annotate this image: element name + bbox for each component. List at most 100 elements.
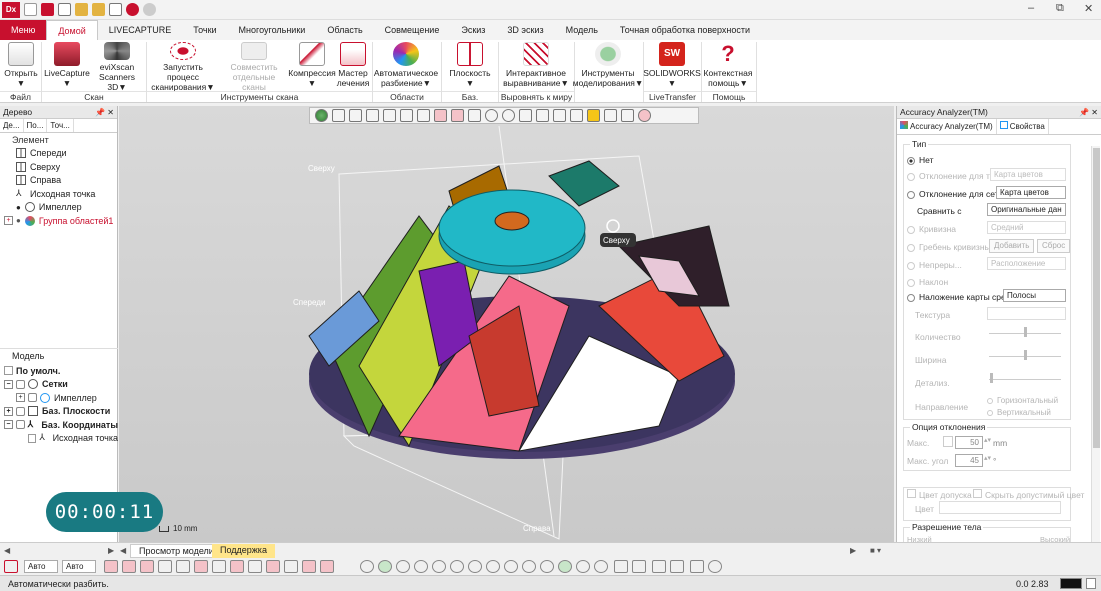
tab-support[interactable]: Поддержка bbox=[212, 544, 275, 558]
modeling-tools-button[interactable]: Инструменты моделирования▼ bbox=[573, 42, 643, 92]
curvature-dropdown[interactable]: Средний bbox=[987, 221, 1066, 234]
model-item-meshes[interactable]: − Сетки bbox=[0, 378, 118, 392]
start-scan-button[interactable]: Запустить процесс сканирования▼ bbox=[148, 42, 218, 92]
radio-env-map[interactable]: Наложение карты среды bbox=[907, 292, 1017, 302]
radio-curvature[interactable]: Кривизна bbox=[907, 224, 956, 234]
frame-icon[interactable] bbox=[4, 560, 18, 573]
view-icon[interactable] bbox=[540, 560, 554, 573]
tab-home[interactable]: Домой bbox=[46, 20, 98, 40]
model-item-impeller[interactable]: + Импеллер bbox=[0, 391, 118, 405]
expand-icon[interactable]: + bbox=[4, 216, 13, 226]
panel-pin-icon[interactable]: 📌 ✕ bbox=[95, 108, 114, 117]
display-mode-icon[interactable] bbox=[320, 560, 334, 573]
spin-icon[interactable]: ▴▾ bbox=[984, 454, 991, 462]
checkbox[interactable] bbox=[4, 366, 13, 376]
spin-icon[interactable]: ▴▾ bbox=[984, 436, 991, 444]
view-icon[interactable] bbox=[468, 560, 482, 573]
display-mode-icon[interactable] bbox=[248, 560, 262, 573]
expand-icon[interactable]: + bbox=[4, 406, 13, 416]
display-mode-icon[interactable] bbox=[212, 560, 226, 573]
compare-dropdown[interactable]: Оригинальные дан bbox=[987, 203, 1066, 216]
panel-menu-icon[interactable]: ■ ▾ bbox=[870, 546, 881, 555]
section-icon[interactable] bbox=[614, 560, 628, 573]
display-mode-icon[interactable] bbox=[302, 560, 316, 573]
radio-draft[interactable]: Наклон bbox=[907, 277, 948, 287]
measure-icon[interactable] bbox=[670, 560, 684, 573]
radio-button[interactable] bbox=[907, 190, 915, 199]
context-help-button[interactable]: ? Контекстная помощь▼ bbox=[703, 42, 753, 92]
import-icon[interactable] bbox=[41, 3, 54, 16]
checkbox[interactable] bbox=[907, 489, 916, 498]
tree-item-front[interactable]: Спереди bbox=[0, 147, 117, 161]
detail-slider[interactable] bbox=[989, 379, 1061, 380]
radio-button[interactable] bbox=[987, 409, 993, 416]
add-button[interactable]: Добавить bbox=[989, 239, 1035, 253]
model-item-default[interactable]: По умолч. bbox=[0, 364, 118, 378]
settings-icon[interactable] bbox=[109, 3, 122, 16]
auto-segment-button[interactable]: Автоматическое разбиение▼ bbox=[374, 42, 438, 92]
slider-thumb[interactable] bbox=[1024, 327, 1027, 337]
continuity-dropdown[interactable]: Расположение bbox=[987, 257, 1066, 270]
tab-properties[interactable]: Свойства bbox=[997, 119, 1049, 134]
3d-viewport[interactable]: Сверху Спереди Справа Сверху 10 mm bbox=[119, 106, 894, 542]
scrollbar-thumb[interactable] bbox=[1093, 148, 1100, 448]
tab-accuracy-analyzer[interactable]: Accuracy Analyzer(TM) bbox=[897, 119, 997, 134]
tab-livecapture[interactable]: LIVECAPTURE bbox=[98, 20, 183, 40]
save-icon[interactable] bbox=[58, 3, 71, 16]
max-input[interactable]: 50 bbox=[955, 436, 983, 449]
pan-icon[interactable] bbox=[450, 560, 464, 573]
visibility-icon[interactable] bbox=[15, 420, 25, 430]
tab-polygons[interactable]: Многоугольники bbox=[228, 20, 317, 40]
reset-button[interactable]: Сброс bbox=[1037, 239, 1071, 253]
open-button[interactable]: Открыть ▼ bbox=[4, 42, 38, 92]
open-recent-icon[interactable] bbox=[92, 3, 105, 16]
auto-dropdown-2[interactable]: Авто bbox=[62, 560, 96, 573]
radio-button[interactable] bbox=[907, 225, 915, 234]
tree-item-right[interactable]: Справа bbox=[0, 174, 117, 188]
interactive-align-button[interactable]: Интерактивное выравнивание▼ bbox=[500, 42, 572, 92]
scroll-left-icon[interactable]: ◀ bbox=[4, 546, 10, 555]
section-icon[interactable] bbox=[632, 560, 646, 573]
right-panel-scrollbar[interactable] bbox=[1091, 146, 1100, 571]
display-mode-icon[interactable] bbox=[140, 560, 154, 573]
new-file-icon[interactable] bbox=[24, 3, 37, 16]
radio-button[interactable] bbox=[907, 278, 915, 287]
tab-model[interactable]: Модель bbox=[555, 20, 609, 40]
zoom-out-icon[interactable] bbox=[414, 560, 428, 573]
model-item-origin[interactable]: ⅄ Исходная точка bbox=[0, 432, 118, 446]
radio-button[interactable] bbox=[907, 156, 915, 165]
zoom-fit-icon[interactable] bbox=[378, 560, 392, 573]
scroll-right-icon[interactable]: ▶ bbox=[108, 546, 114, 555]
expand-icon[interactable]: + bbox=[16, 393, 25, 403]
tab-sketch[interactable]: Эскиз bbox=[450, 20, 496, 40]
checkbox[interactable] bbox=[28, 433, 37, 443]
zoom-icon[interactable] bbox=[360, 560, 374, 573]
tab-model-view[interactable]: Просмотр модели bbox=[130, 544, 223, 558]
scroll-right-icon[interactable]: ▶ bbox=[850, 546, 856, 555]
view-icon[interactable] bbox=[504, 560, 518, 573]
radio-button[interactable] bbox=[907, 172, 915, 181]
radio-none[interactable]: Нет bbox=[907, 155, 933, 165]
view-icon[interactable] bbox=[522, 560, 536, 573]
display-mode-icon[interactable] bbox=[122, 560, 136, 573]
radio-continuity[interactable]: Непреры... bbox=[907, 260, 962, 270]
tree-item-origin[interactable]: ⅄ Исходная точка bbox=[0, 187, 117, 201]
checkbox[interactable] bbox=[973, 489, 982, 498]
healing-wizard-button[interactable]: Мастер лечения bbox=[336, 42, 370, 92]
view-icon[interactable] bbox=[558, 560, 572, 573]
radio-horizontal[interactable]: Горизонтальный bbox=[987, 396, 1058, 405]
panel-pin-icon[interactable]: 📌 ✕ bbox=[1079, 108, 1098, 117]
radio-button[interactable] bbox=[907, 261, 915, 270]
display-mode-icon[interactable] bbox=[158, 560, 172, 573]
slider-thumb[interactable] bbox=[1024, 350, 1027, 360]
view-icon[interactable] bbox=[594, 560, 608, 573]
open-folder-icon[interactable] bbox=[75, 3, 88, 16]
note-icon[interactable] bbox=[690, 560, 704, 573]
display-mode-icon[interactable] bbox=[194, 560, 208, 573]
radio-button[interactable] bbox=[987, 397, 993, 404]
visibility-icon[interactable] bbox=[16, 406, 25, 416]
display-mode-icon[interactable] bbox=[176, 560, 190, 573]
compression-button[interactable]: Компрессия ▼ bbox=[288, 42, 336, 92]
solidworks-button[interactable]: SW SOLIDWORKS ▼ bbox=[643, 42, 701, 92]
max-angle-input[interactable]: 45 bbox=[955, 454, 983, 467]
